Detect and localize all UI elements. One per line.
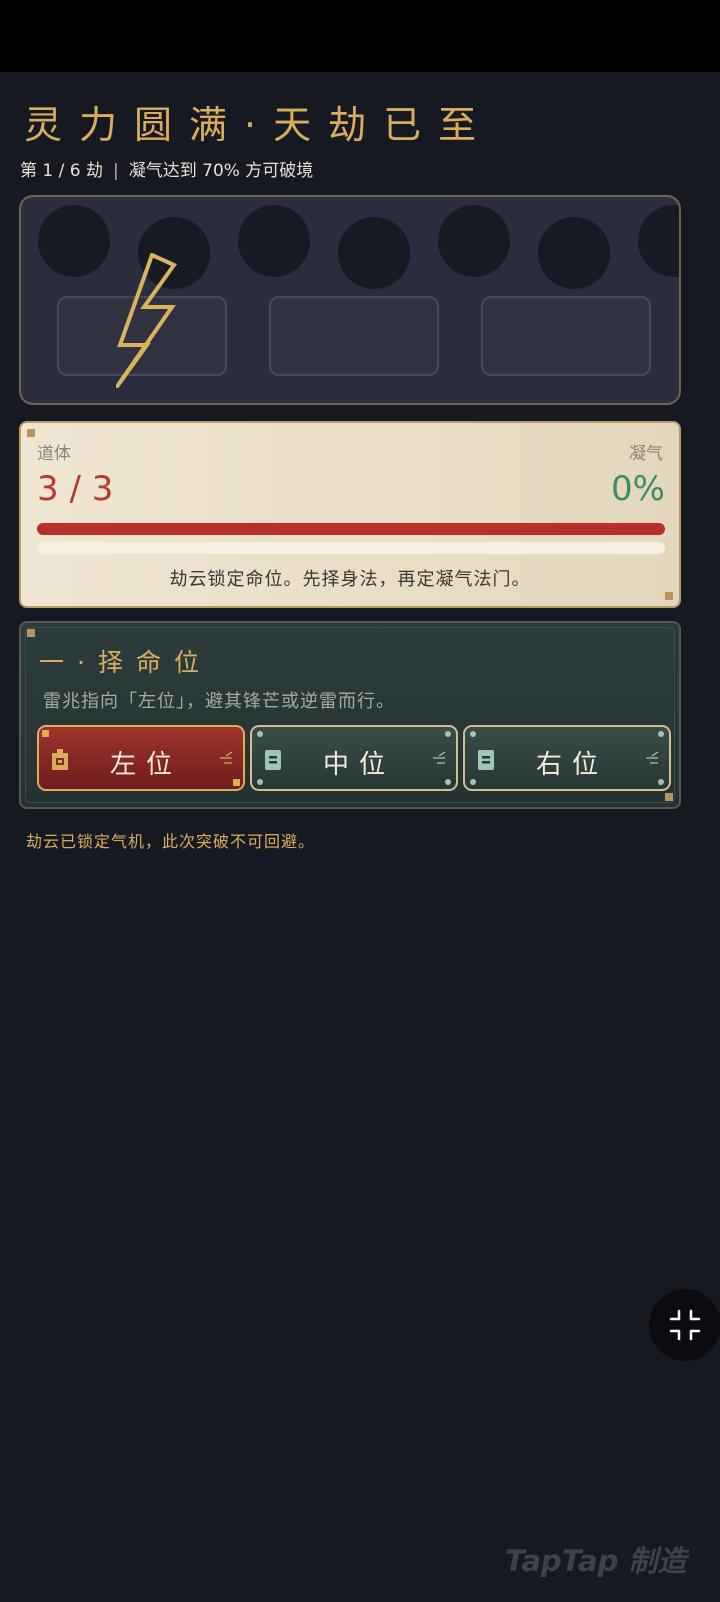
round-counter: 第 1 / 6 劫 [20, 161, 103, 181]
status-card: 道体 凝气 3 / 3 0% 劫云锁定命位。先择身法，再定凝气法门。 [19, 421, 681, 608]
corner-ornament [658, 779, 664, 785]
battle-field [19, 195, 681, 405]
qi-wave-icon [220, 751, 233, 764]
section-heading: 一·择命位 [39, 648, 212, 677]
status-message: 劫云锁定命位。先择身法，再定凝气法门。 [169, 569, 531, 590]
thunder-cloud [438, 205, 510, 277]
option-label: 左位 [109, 750, 182, 780]
thunder-cloud [238, 205, 310, 277]
qi-wave-icon [646, 751, 659, 764]
qi-label: 凝气 [629, 444, 663, 464]
thunder-cloud [38, 205, 110, 277]
qi-bar [37, 542, 665, 554]
thunder-cloud [538, 217, 610, 289]
option-label: 右位 [535, 750, 608, 780]
corner-ornament [233, 779, 240, 786]
option-left-button[interactable]: 左位 [37, 725, 245, 791]
corner-ornament [27, 629, 35, 637]
body-bar [37, 523, 665, 535]
footer-note: 劫云已锁定气机，此次突破不可回避。 [26, 832, 316, 851]
breakthrough-condition: 凝气达到 70% 方可破境 [128, 161, 314, 181]
corner-ornament [445, 779, 451, 785]
qi-wave-icon [433, 751, 446, 764]
corner-ornament [42, 730, 49, 737]
corner-ornament [470, 731, 476, 737]
round-info: 第 1 / 6 劫 | 凝气达到 70% 方可破境 [20, 156, 313, 181]
status-bar [0, 0, 720, 72]
option-middle-button[interactable]: 中位 [250, 725, 458, 791]
position-slot-middle [269, 296, 439, 376]
body-value: 3 / 3 [37, 469, 114, 509]
choice-panel: 一·择命位 雷兆指向「左位」，避其锋芒或逆雷而行。 左位 中位 右位 [19, 621, 681, 809]
thunder-cloud [638, 205, 679, 277]
qi-value: 0% [611, 469, 665, 509]
option-right-button[interactable]: 右位 [463, 725, 671, 791]
corner-ornament [257, 731, 263, 737]
corner-ornament [665, 793, 673, 801]
corner-ornament [665, 592, 673, 600]
taptap-watermark: TapTap 制造 [505, 1544, 687, 1578]
corner-ornament [658, 731, 664, 737]
exit-fullscreen-button[interactable] [649, 1289, 720, 1361]
corner-ornament [470, 779, 476, 785]
body-label: 道体 [37, 444, 71, 464]
lightning-bolt-icon [116, 253, 178, 388]
corner-ornament [257, 779, 263, 785]
corner-ornament [445, 731, 451, 737]
exit-fullscreen-icon [669, 1309, 701, 1341]
option-label: 中位 [322, 750, 395, 780]
page-title: 灵力圆满·天劫已至 [24, 103, 494, 147]
thunder-cloud [338, 217, 410, 289]
position-slot-right [481, 296, 651, 376]
section-hint: 雷兆指向「左位」，避其锋芒或逆雷而行。 [43, 691, 395, 712]
separator: | [112, 161, 119, 181]
corner-ornament [27, 429, 35, 437]
